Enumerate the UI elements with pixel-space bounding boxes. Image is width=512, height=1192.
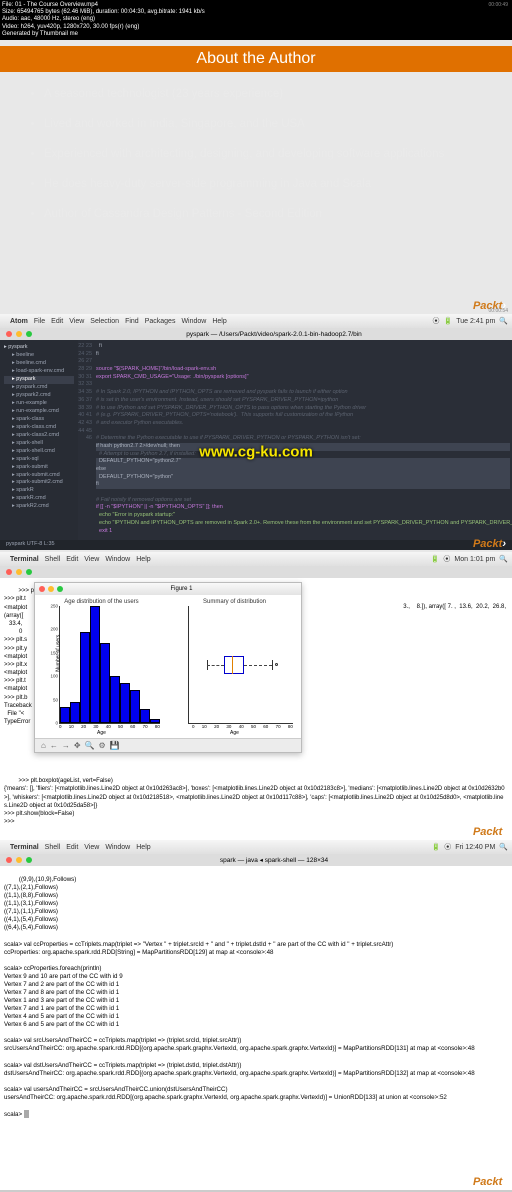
figure-toolbar[interactable]: ⌂ ← → ✥ 🔍 ⚙ 💾 bbox=[35, 738, 301, 752]
cursor bbox=[24, 1110, 29, 1118]
forward-icon[interactable]: → bbox=[62, 741, 70, 750]
video-metadata: File: 01 - The Course Overview.mp4 Size:… bbox=[0, 0, 512, 40]
menu-item[interactable]: Window bbox=[105, 556, 130, 563]
terminal-text: 3., 8.]), array([ 7. , 13.6, 20.2, 26.8, bbox=[403, 604, 506, 611]
clip-timestamp: 00:00:49 bbox=[489, 2, 508, 8]
slide-title: About the Author bbox=[196, 50, 315, 68]
search-icon[interactable]: 🔍 bbox=[499, 317, 508, 325]
histogram-chart: Age distribution of the users Number of … bbox=[35, 595, 168, 738]
bullet-item: Author of Cassandra Design Patterns - Se… bbox=[44, 206, 484, 222]
atom-panel: Atom File Edit View Selection Find Packa… bbox=[0, 314, 512, 552]
battery-icon[interactable]: 🔋 bbox=[431, 843, 440, 851]
wifi-icon[interactable]: ⦿ bbox=[433, 316, 440, 326]
zoom-icon[interactable] bbox=[26, 331, 32, 337]
watermark: www.cg-ku.com bbox=[199, 444, 313, 461]
wifi-icon[interactable]: ⦿ bbox=[443, 554, 450, 564]
window-title-bar[interactable]: pyspark — /Users/Packt/video/spark-2.0.1… bbox=[0, 328, 512, 340]
menu-item[interactable]: Window bbox=[181, 318, 206, 325]
save-icon[interactable]: 💾 bbox=[110, 741, 120, 750]
brand-logo: Packt› bbox=[473, 1176, 506, 1188]
editor-status-bar: pyspark UTF-8 L:35 bbox=[0, 540, 512, 550]
menu-item[interactable]: View bbox=[84, 556, 99, 563]
menu-item[interactable]: Shell bbox=[45, 556, 61, 563]
slide-bullets: A seasoned technologist (23 years experi… bbox=[0, 72, 512, 222]
app-name[interactable]: Terminal bbox=[10, 556, 39, 563]
bullet-item: Lived and worked in India, Singapore, an… bbox=[44, 116, 484, 132]
code-area[interactable]: fi fi source "${SPARK_HOME}"/bin/load-sp… bbox=[94, 340, 512, 540]
close-icon[interactable] bbox=[39, 586, 45, 592]
menu-item[interactable]: Help bbox=[136, 556, 150, 563]
minimize-icon[interactable] bbox=[16, 331, 22, 337]
slide-panel: File: 01 - The Course Overview.mp4 Size:… bbox=[0, 0, 512, 314]
wifi-icon[interactable]: ⦿ bbox=[444, 842, 451, 852]
brand-logo: Packt› bbox=[473, 538, 506, 550]
battery-icon[interactable]: 🔋 bbox=[444, 317, 453, 325]
bullet-item: Experienced with architecting, designing… bbox=[44, 146, 484, 162]
pan-icon[interactable]: ✥ bbox=[74, 741, 81, 750]
menu-item[interactable]: Find bbox=[125, 318, 139, 325]
boxplot-chart: Summary of distribution 0102030405060708… bbox=[168, 595, 301, 738]
close-icon[interactable] bbox=[6, 857, 12, 863]
minimize-icon[interactable] bbox=[16, 569, 22, 575]
window-title: pyspark — /Users/Packt/video/spark-2.0.1… bbox=[186, 331, 362, 338]
back-icon[interactable]: ← bbox=[50, 741, 58, 750]
close-icon[interactable] bbox=[6, 569, 12, 575]
menu-item[interactable]: Help bbox=[136, 844, 150, 851]
menu-item[interactable]: File bbox=[34, 318, 45, 325]
window-title-bar[interactable] bbox=[0, 566, 512, 578]
close-icon[interactable] bbox=[6, 331, 12, 337]
terminal-text: >>> plt.boxplot(ageList, vert=False) {'m… bbox=[4, 778, 505, 825]
mac-menu-bar[interactable]: Atom File Edit View Selection Find Packa… bbox=[0, 314, 512, 328]
window-title: spark — java ◂ spark-shell — 128×34 bbox=[220, 856, 328, 864]
bullet-item: A seasoned technologist (23 years experi… bbox=[44, 86, 484, 102]
matplotlib-figure-window[interactable]: Figure 1 Age distribution of the users N… bbox=[34, 582, 302, 753]
terminal-output[interactable]: >>> plt.boxplot(ageList, vert=False) {'m… bbox=[0, 768, 512, 836]
clock[interactable]: Fri 12:40 PM bbox=[455, 844, 495, 851]
terminal-output[interactable]: ((9,9),(10,9),Follows) ((7,1),(2,1),Foll… bbox=[0, 866, 512, 1129]
brand-logo: Packt› bbox=[473, 826, 506, 838]
terminal-text: ((9,9),(10,9),Follows) ((7,1),(2,1),Foll… bbox=[4, 876, 475, 1118]
menu-item[interactable]: Selection bbox=[90, 318, 119, 325]
zoom-icon[interactable]: 🔍 bbox=[85, 741, 95, 750]
menu-item[interactable]: View bbox=[69, 318, 84, 325]
search-icon[interactable]: 🔍 bbox=[499, 555, 508, 563]
search-icon[interactable]: 🔍 bbox=[499, 843, 508, 851]
configure-icon[interactable]: ⚙ bbox=[99, 741, 106, 750]
x-axis-label: Age bbox=[170, 730, 299, 736]
line-gutter: 22 23 24 25 26 27 28 29 30 31 32 33 34 3… bbox=[78, 340, 94, 540]
clock[interactable]: Mon 1:01 pm bbox=[454, 556, 495, 563]
menu-item[interactable]: Help bbox=[212, 318, 226, 325]
chart-title: Summary of distribution bbox=[170, 599, 299, 605]
x-axis-label: Age bbox=[37, 730, 166, 736]
menu-item[interactable]: Packages bbox=[145, 318, 176, 325]
menu-item[interactable]: Window bbox=[105, 844, 130, 851]
menu-item[interactable]: Edit bbox=[66, 844, 78, 851]
editor-body: ▸ pyspark▸ beeline▸ beeline.cmd▸ load-sp… bbox=[0, 340, 512, 540]
app-name[interactable]: Atom bbox=[10, 318, 28, 325]
pyplot-panel: Terminal Shell Edit View Window Help 🔋 ⦿… bbox=[0, 552, 512, 840]
clock[interactable]: Tue 2:41 pm bbox=[456, 318, 495, 325]
file-tree[interactable]: ▸ pyspark▸ beeline▸ beeline.cmd▸ load-sp… bbox=[0, 340, 78, 540]
app-name[interactable]: Terminal bbox=[10, 844, 39, 851]
menu-item[interactable]: Shell bbox=[45, 844, 61, 851]
minimize-icon[interactable] bbox=[48, 586, 54, 592]
mac-menu-bar[interactable]: Terminal Shell Edit View Window Help 🔋 ⦿… bbox=[0, 840, 512, 854]
menu-item[interactable]: Edit bbox=[51, 318, 63, 325]
scala-panel: Terminal Shell Edit View Window Help 🔋 ⦿… bbox=[0, 840, 512, 1190]
slide-title-bar: About the Author bbox=[0, 46, 512, 72]
menu-item[interactable]: Edit bbox=[66, 556, 78, 563]
battery-icon[interactable]: 🔋 bbox=[431, 555, 440, 563]
bullet-item: He does heavy-duty server-side programmi… bbox=[44, 176, 484, 192]
mac-menu-bar[interactable]: Terminal Shell Edit View Window Help 🔋 ⦿… bbox=[0, 552, 512, 566]
zoom-icon[interactable] bbox=[26, 857, 32, 863]
window-title-bar[interactable]: spark — java ◂ spark-shell — 128×34 bbox=[0, 854, 512, 866]
figure-title-bar[interactable]: Figure 1 bbox=[35, 583, 301, 595]
minimize-icon[interactable] bbox=[16, 857, 22, 863]
home-icon[interactable]: ⌂ bbox=[41, 741, 46, 750]
zoom-icon[interactable] bbox=[57, 586, 63, 592]
menu-item[interactable]: View bbox=[84, 844, 99, 851]
figure-title: Figure 1 bbox=[170, 586, 192, 592]
zoom-icon[interactable] bbox=[26, 569, 32, 575]
